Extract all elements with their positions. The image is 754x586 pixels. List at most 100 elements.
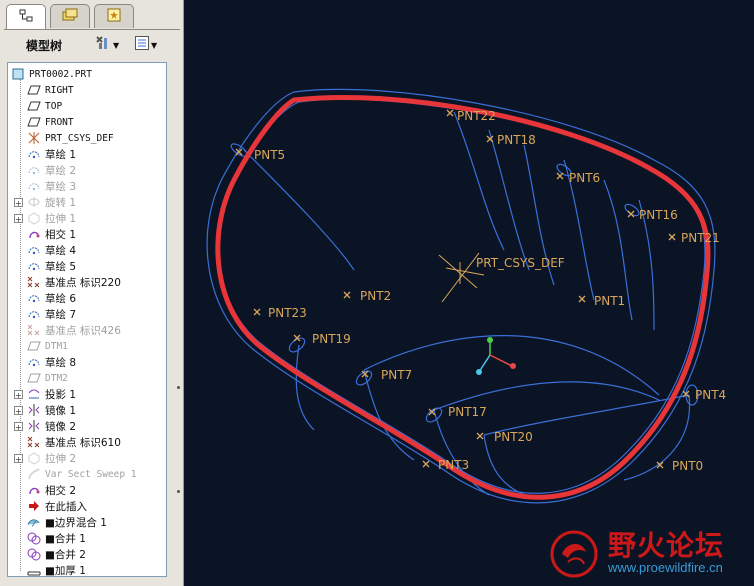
expand-toggle[interactable]: + [14,421,23,432]
tree-item-label: ■合并 1 [45,532,86,545]
tree-item[interactable]: + 拉伸 2 [8,450,166,466]
tree-item-label: 相交 1 [45,228,77,241]
tree-item-label: DTM1 [45,340,68,352]
expand-toggle[interactable]: + [14,453,23,464]
point-label: PNT0 [672,459,703,473]
orientation-triad [476,337,516,375]
tree-item[interactable]: 在此插入 [8,498,166,514]
tree-item[interactable]: 草绘 1 [8,146,166,162]
tree-item-label: PRT0002.PRT [29,68,92,80]
point-label: PNT21 [681,231,720,245]
tab-model-tree[interactable] [6,4,46,30]
tree-item[interactable]: 草绘 3 [8,178,166,194]
tree-item[interactable]: 草绘 8 [8,354,166,370]
tree-item[interactable]: DTM2 [8,370,166,386]
tree-item[interactable]: 草绘 7 [8,306,166,322]
tree-item[interactable]: PRT_CSYS_DEF [8,130,166,146]
tree-item[interactable]: DTM1 [8,338,166,354]
tree-item[interactable]: 相交 1 [8,226,166,242]
chevron-down-icon: ▼ [113,40,120,50]
insert-here-icon [27,499,41,513]
tree-header: 模型树 ▼ ▼ [4,32,180,58]
csys-label: PRT_CSYS_DEF [476,256,565,270]
panel-splitter[interactable] [176,340,182,540]
tree-item[interactable]: + 镜像 1 [8,402,166,418]
tree-item[interactable]: 草绘 4 [8,242,166,258]
favorites-icon [106,7,122,27]
tree-item-label: FRONT [45,116,74,128]
tree-item-label: 镜像 1 [45,404,77,417]
merge-icon [27,531,41,545]
extrude-icon [27,211,41,225]
tree-columns-icon [134,35,150,55]
tree-item-label: ■边界混合 1 [45,516,107,529]
tree-item[interactable]: 基准点 标识426 [8,322,166,338]
chevron-down-icon: ▼ [151,40,158,50]
tree-item[interactable]: + 投影 1 [8,386,166,402]
datum-plane-icon [27,115,41,129]
graphics-viewport[interactable]: PNT22 PNT18 PNT5 PNT6 PNT16 PNT21 PNT2 P… [184,0,754,586]
tree-item[interactable]: 草绘 5 [8,258,166,274]
part-icon [11,67,25,81]
point-label: PNT6 [569,171,600,185]
model-geometry: PNT22 PNT18 PNT5 PNT6 PNT16 PNT21 PNT2 P… [206,88,726,504]
tree-item[interactable]: ■合并 1 [8,530,166,546]
tree-item[interactable]: 基准点 标识610 [8,434,166,450]
sketch-icon [27,291,41,305]
point-label: PNT17 [448,405,487,419]
tree-item[interactable]: 基准点 标识220 [8,274,166,290]
expand-toggle[interactable]: + [14,197,23,208]
point-label: PNT18 [497,133,536,147]
datum-point-icon [27,275,41,289]
point-label: PNT23 [268,306,307,320]
tree-item-label: 基准点 标识610 [45,436,121,449]
tree-item[interactable]: RIGHT [8,82,166,98]
tree-item[interactable]: + 镜像 2 [8,418,166,434]
tree-item[interactable]: + 拉伸 1 [8,210,166,226]
tree-title: 模型树 [26,39,63,53]
sketch-icon [27,355,41,369]
tab-folder-browser[interactable] [50,4,90,28]
intersect-icon [27,227,41,241]
tree-item[interactable]: 草绘 2 [8,162,166,178]
sketch-icon [27,259,41,273]
intersect-icon [27,483,41,497]
tree-item-label: 拉伸 1 [45,212,77,225]
tree-item-label: 在此插入 [45,500,87,513]
tab-favorites[interactable] [94,4,134,28]
boundary-blend-icon [27,515,41,529]
point-label: PNT4 [695,388,726,402]
watermark: 野火论坛 www.proewildfire.cn [544,520,750,582]
expand-toggle[interactable]: + [14,405,23,416]
datum-plane-icon [27,83,41,97]
tree-columns-button[interactable]: ▼ [134,35,157,55]
tree-item[interactable]: ■边界混合 1 [8,514,166,530]
splitter-grip [177,490,180,493]
tree-item-label: RIGHT [45,84,74,96]
tree-item-label: 基准点 标识426 [45,324,121,337]
point-label: PNT2 [360,289,391,303]
panel-tabs [4,4,180,30]
tree-item[interactable]: TOP [8,98,166,114]
tree-item-label: 草绘 3 [45,180,77,193]
watermark-url: www.proewildfire.cn [608,560,723,575]
tab-divider [4,29,180,30]
tree-item[interactable]: + 旋转 1 [8,194,166,210]
merge-icon [27,547,41,561]
expand-toggle[interactable]: + [14,389,23,400]
tree-root-item[interactable]: PRT0002.PRT [8,66,166,82]
tree-item[interactable]: ■加厚 1 [8,562,166,576]
tree-item[interactable]: FRONT [8,114,166,130]
tree-settings-button[interactable]: ▼ [94,35,119,55]
tree-item[interactable]: ■合并 2 [8,546,166,562]
point-label: PNT22 [457,109,496,123]
tree-item-label: PRT_CSYS_DEF [45,132,114,144]
point-label: PNT16 [639,208,678,222]
model-tree: PRT0002.PRT RIGHT TOP FRONT PRT_CSYS_DEF 草绘 1… [7,62,167,577]
sweep-icon [27,467,41,481]
tree-item[interactable]: 相交 2 [8,482,166,498]
tree-item[interactable]: 草绘 6 [8,290,166,306]
mirror-icon [27,403,41,417]
tree-item[interactable]: Var Sect Sweep 1 [8,466,166,482]
expand-toggle[interactable]: + [14,213,23,224]
